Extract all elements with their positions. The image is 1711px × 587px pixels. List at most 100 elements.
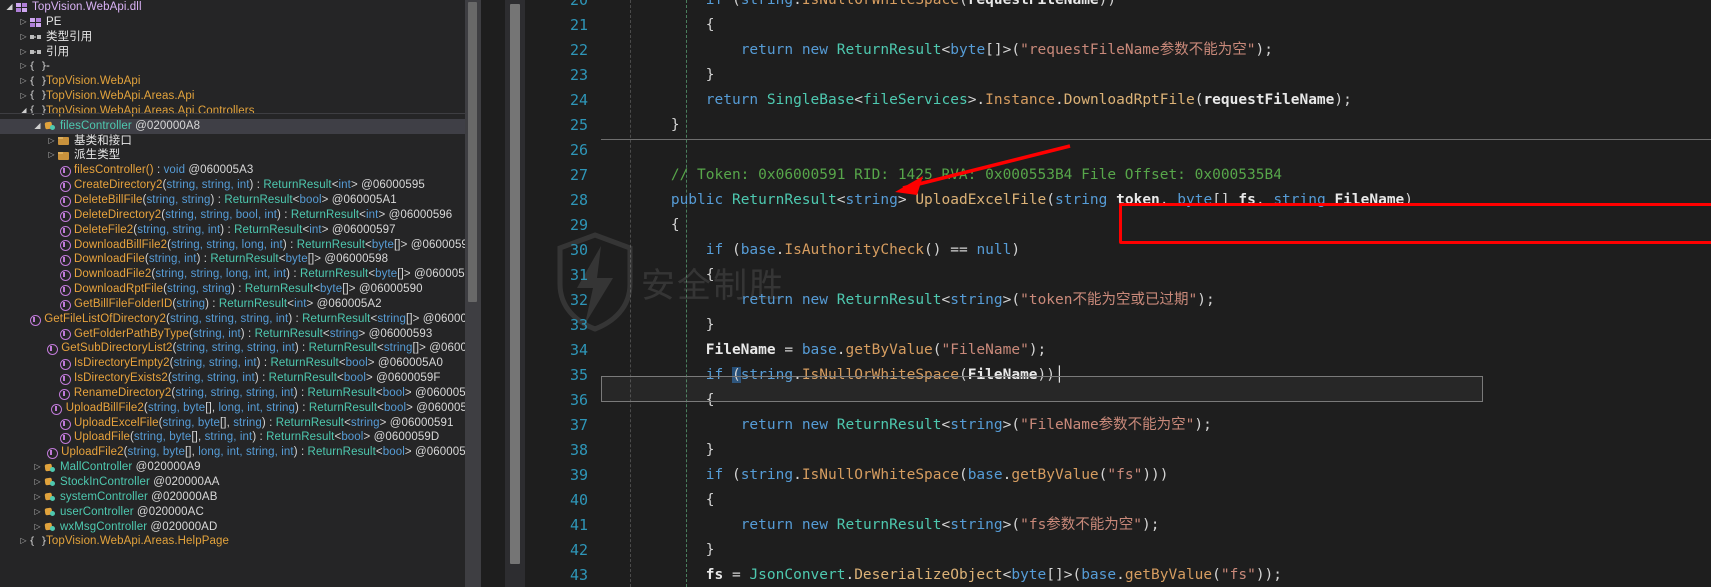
code-line[interactable]: 34 FileName = base.getByValue("FileName"… [525, 338, 1711, 363]
tree-item[interactable]: UploadFile(string, byte[], string, int) … [0, 430, 480, 445]
code-line-text: } [601, 317, 715, 333]
tree-item[interactable]: DownloadRptFile(string, string) : Return… [0, 282, 480, 297]
tree-item[interactable]: DownloadFile(string, int) : ReturnResult… [0, 252, 480, 267]
code-line[interactable]: 22 return new ReturnResult<byte[]>("requ… [525, 38, 1711, 63]
pe-icon [29, 15, 43, 29]
method-icon [57, 386, 71, 400]
chevron-right-icon[interactable]: ▷ [32, 520, 43, 535]
tree-item[interactable]: ▷ TopVision.WebApi [0, 74, 480, 89]
code-line-text: FileName = base.getByValue("FileName"); [705, 342, 1047, 358]
chevron-right-icon[interactable]: ▷ [18, 59, 29, 74]
tree-item[interactable]: UploadExcelFile(string, byte[], string) … [0, 416, 480, 431]
code-line[interactable]: 39 if (string.IsNullOrWhiteSpace(base.ge… [525, 463, 1711, 488]
code-line[interactable]: 37 return new ReturnResult<string>("File… [525, 413, 1711, 438]
code-line[interactable]: 26 [525, 138, 1711, 163]
code-line[interactable]: 43 fs = JsonConvert.DeserializeObject<by… [525, 563, 1711, 587]
code-line[interactable]: 32 return new ReturnResult<string>("toke… [525, 288, 1711, 313]
code-line-text: if (string.IsNullOrWhiteSpace(requestFil… [705, 0, 1117, 8]
method-icon [57, 208, 71, 222]
tree-item[interactable]: DeleteBillFile(string, string) : ReturnR… [0, 193, 480, 208]
code-line-text: return SingleBase<fileServices>.Instance… [705, 92, 1352, 108]
tree-item[interactable]: ▷ wxMsgController @020000AD [0, 520, 480, 535]
tree-scroll-area[interactable]: ◢TopVision.WebApi.dll▷PE▷类型引用▷引用▷-▷TopVi… [0, 0, 480, 587]
decompiled-code-view[interactable]: 安全制胜 20 if (string.IsNullOrWhiteSpace(re… [525, 0, 1711, 587]
tree-item[interactable]: DeleteFile2(string, string, int) : Retur… [0, 223, 480, 238]
chevron-right-icon[interactable]: ▷ [46, 134, 57, 149]
code-line[interactable]: 25 } [525, 113, 1711, 138]
code-line[interactable]: 30 if (base.IsAuthorityCheck() == null) [525, 238, 1711, 263]
tree-item[interactable]: ▷ 类型引用 [0, 30, 480, 45]
code-line-text: public ReturnResult<string> UploadExcelF… [670, 192, 1414, 208]
tree-item[interactable]: ◢ TopVision.WebApi.Areas.Api.Controllers [0, 104, 480, 119]
chevron-right-icon[interactable]: ▷ [32, 505, 43, 520]
tree-item[interactable]: ▷ 基类和接口 [0, 134, 480, 149]
code-line[interactable]: 31 { [525, 263, 1711, 288]
code-lines-container[interactable]: 20 if (string.IsNullOrWhiteSpace(request… [525, 0, 1711, 587]
tree-item[interactable]: IsDirectoryExists2(string, string, int) … [0, 371, 480, 386]
chevron-down-icon[interactable]: ◢ [18, 104, 29, 119]
tree-item[interactable]: ▷ systemController @020000AB [0, 490, 480, 505]
code-line[interactable]: 41 return new ReturnResult<string>("fs参数… [525, 513, 1711, 538]
tree-item-label: DownloadFile(string, int) : ReturnResult… [74, 253, 389, 266]
chevron-right-icon[interactable]: ▷ [32, 475, 43, 490]
code-scrollbar-thumb[interactable] [510, 4, 520, 564]
chevron-right-icon[interactable]: ▷ [18, 534, 29, 549]
assembly-explorer-tree[interactable]: ◢TopVision.WebApi.dll▷PE▷类型引用▷引用▷-▷TopVi… [0, 0, 480, 587]
tree-item[interactable]: GetSubDirectoryList2(string, string, str… [0, 341, 480, 356]
code-line[interactable]: 20 if (string.IsNullOrWhiteSpace(request… [525, 0, 1711, 13]
tree-item[interactable]: ▷ 派生类型 [0, 148, 480, 163]
code-line[interactable]: 21 { [525, 13, 1711, 38]
code-line[interactable]: 33 } [525, 313, 1711, 338]
code-line-text: if (string.IsNullOrWhiteSpace(base.getBy… [705, 467, 1169, 483]
tree-item[interactable]: ▷ PE [0, 15, 480, 30]
tree-item[interactable]: UploadBillFile2(string, byte[], long, in… [0, 401, 480, 416]
chevron-right-icon[interactable]: ▷ [18, 45, 29, 60]
tree-item[interactable]: RenameDirectory2(string, string, string,… [0, 386, 480, 401]
chevron-right-icon[interactable]: ▷ [18, 30, 29, 45]
code-line[interactable]: 27 // Token: 0x06000591 RID: 1425 RVA: 0… [525, 163, 1711, 188]
tree-item[interactable]: UploadFile2(string, byte[], long, int, s… [0, 445, 480, 460]
tree-item[interactable]: GetBillFileFolderID(string) : ReturnResu… [0, 297, 480, 312]
tree-item[interactable]: ▷ MallController @020000A9 [0, 460, 480, 475]
tree-item[interactable]: ▷- [0, 59, 480, 74]
tree-item[interactable]: ▷ userController @020000AC [0, 505, 480, 520]
tree-item[interactable]: ▷ 引用 [0, 45, 480, 60]
tree-item[interactable]: ◢ filesController @020000A8 [0, 118, 480, 134]
chevron-right-icon[interactable]: ▷ [18, 15, 29, 30]
chevron-down-icon[interactable]: ◢ [32, 119, 43, 134]
code-line[interactable]: 23 } [525, 63, 1711, 88]
chevron-down-icon[interactable]: ◢ [4, 0, 15, 15]
tree-item[interactable]: GetFileListOfDirectory2(string, string, … [0, 312, 480, 327]
code-vertical-scrollbar[interactable] [505, 0, 525, 587]
code-line[interactable]: 29 { [525, 213, 1711, 238]
tree-item[interactable]: ▷ TopVision.WebApi.Areas.Api [0, 89, 480, 104]
chevron-right-icon[interactable]: ▷ [46, 148, 57, 163]
code-line[interactable]: 36 { [525, 388, 1711, 413]
tree-item[interactable]: filesController() : void @060005A3 [0, 163, 480, 178]
tree-item[interactable]: ▷ StockInController @020000AA [0, 475, 480, 490]
tree-item[interactable]: GetFolderPathByType(string, int) : Retur… [0, 327, 480, 342]
code-line[interactable]: 38 } [525, 438, 1711, 463]
tree-item[interactable]: DeleteDirectory2(string, string, bool, i… [0, 208, 480, 223]
panel-divider[interactable] [480, 0, 481, 587]
chevron-right-icon [16, 312, 27, 327]
tree-item[interactable]: DownloadFile2(string, string, long, int,… [0, 267, 480, 282]
chevron-right-icon[interactable]: ▷ [18, 74, 29, 89]
tree-item[interactable]: IsDirectoryEmpty2(string, string, int) :… [0, 356, 480, 371]
code-line[interactable]: 24 return SingleBase<fileServices>.Insta… [525, 88, 1711, 113]
chevron-right-icon[interactable]: ▷ [32, 460, 43, 475]
tree-scrollbar-thumb[interactable] [468, 2, 477, 302]
code-line[interactable]: 42 } [525, 538, 1711, 563]
tree-item-label: RenameDirectory2(string, string, string,… [73, 386, 480, 399]
class-icon [43, 490, 57, 504]
tree-item[interactable]: ◢ TopVision.WebApi.dll [0, 0, 480, 15]
chevron-right-icon[interactable]: ▷ [18, 89, 29, 104]
tree-item[interactable]: CreateDirectory2(string, string, int) : … [0, 178, 480, 193]
code-line[interactable]: 40 { [525, 488, 1711, 513]
tree-item[interactable]: DownloadBillFile2(string, string, long, … [0, 238, 480, 253]
tree-item[interactable]: ▷ TopVision.WebApi.Areas.HelpPage [0, 534, 480, 549]
tree-vertical-scrollbar[interactable] [465, 0, 480, 587]
code-line[interactable]: 35 if (string.IsNullOrWhiteSpace(FileNam… [525, 363, 1711, 388]
chevron-right-icon[interactable]: ▷ [32, 490, 43, 505]
code-line[interactable]: 28 public ReturnResult<string> UploadExc… [525, 188, 1711, 213]
